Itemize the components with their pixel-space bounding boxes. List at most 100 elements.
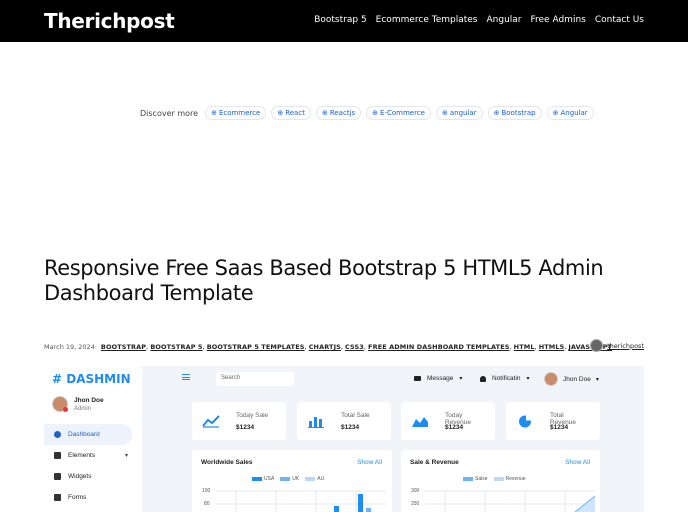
avatar xyxy=(544,372,558,386)
circle-plus-icon: ⊕ xyxy=(277,109,284,117)
chevron-down-icon: ▾ xyxy=(526,376,530,382)
chart-title: Worldwide Sales xyxy=(201,459,253,466)
discover-chip[interactable]: ⊕ angular xyxy=(436,106,483,120)
preview-user-role: Admin xyxy=(74,405,92,412)
chart-title: Sale & Revenue xyxy=(410,459,459,466)
preview-menu-item: Dashboard xyxy=(44,424,132,445)
bell-icon xyxy=(480,375,486,382)
preview-menu: Dashboard Elements ▾ Widgets Forms xyxy=(44,424,142,508)
tag-link[interactable]: BOOTSTRAP 5 TEMPLATES xyxy=(207,343,305,351)
article-tags: BOOTSTRAP, BOOTSTRAP 5, BOOTSTRAP 5 TEMP… xyxy=(101,343,612,351)
chart-plot xyxy=(216,490,386,512)
author-name[interactable]: therichpost xyxy=(607,342,644,350)
stat-card: Total Sale $1234 xyxy=(297,402,391,440)
preview-menu-item: Elements ▾ xyxy=(44,445,142,466)
stat-value: $1234 xyxy=(550,424,569,431)
chevron-down-icon: ▾ xyxy=(124,453,128,459)
form-icon xyxy=(54,494,61,501)
show-all-link: Show All xyxy=(565,459,590,466)
preview-notifications: Notificatin ▾ xyxy=(480,375,530,382)
chart-legend: Salse Revenue xyxy=(463,476,526,482)
circle-plus-icon: ⊕ xyxy=(211,109,217,117)
tag-link[interactable]: FREE ADMIN DASHBOARD TEMPLATES xyxy=(368,343,509,351)
legend-item: Salse xyxy=(463,476,488,482)
chevron-down-icon: ▾ xyxy=(595,376,599,383)
line-chart-icon xyxy=(202,415,220,428)
envelope-icon xyxy=(414,376,421,381)
author-avatar xyxy=(590,339,604,352)
nav-link-contact-us[interactable]: Contact Us xyxy=(595,15,644,25)
chart-legend: USA UK AU xyxy=(252,476,324,482)
preview-messages: Message ▾ xyxy=(414,375,462,382)
discover-chip[interactable]: ⊕ React xyxy=(271,106,311,120)
preview-menu-item: Forms xyxy=(44,487,142,508)
tag-link[interactable]: HTML5 xyxy=(539,343,565,351)
menu-icon xyxy=(182,374,190,380)
legend-item: USA xyxy=(252,476,274,482)
y-tick-label: 80 xyxy=(204,501,210,507)
article-title: Responsive Free Saas Based Bootstrap 5 H… xyxy=(44,256,604,305)
preview-user-name: Jhon Doe xyxy=(74,396,104,404)
chart-card-worldwide-sales: Worldwide Sales Show All USA UK AU 100 8… xyxy=(192,450,392,512)
chart-plot xyxy=(425,490,595,512)
preview-sidebar-user: Jhon Doe Admin xyxy=(52,396,104,412)
dashboard-icon xyxy=(54,431,61,438)
discover-more-label: Discover more xyxy=(140,108,199,118)
legend-item: UK xyxy=(280,476,299,482)
stat-value: $1234 xyxy=(341,424,360,431)
pie-chart-icon xyxy=(519,414,532,428)
discover-chip[interactable]: ⊕ Angular xyxy=(546,106,594,120)
article-date: March 19, 2024 xyxy=(44,343,95,351)
stat-value: $1234 xyxy=(236,424,255,431)
preview-top-user: Jhon Doe ▾ xyxy=(544,372,599,386)
preview-topbar: Search Message ▾ Notificatin ▾ Jhon Doe ▾ xyxy=(182,366,644,392)
discover-chip[interactable]: ⊕ Ecommerce xyxy=(205,106,267,120)
circle-plus-icon: ⊕ xyxy=(442,109,448,117)
stat-card: Total Revenue $1234 xyxy=(506,402,600,440)
tag-link[interactable]: CHARTJS xyxy=(309,343,341,351)
preview-sidebar: # DASHMIN Jhon Doe Admin Dashboard Eleme… xyxy=(44,366,142,512)
area-chart-icon xyxy=(412,417,428,427)
nav-link-free-admins[interactable]: Free Admins xyxy=(531,15,586,25)
nav-link-bootstrap-5[interactable]: Bootstrap 5 xyxy=(314,15,366,25)
avatar xyxy=(52,396,68,412)
chart-card-sale-revenue: Sale & Revenue Show All Salse Revenue 30… xyxy=(401,450,600,512)
tag-link[interactable]: CSS3 xyxy=(345,343,364,351)
stat-label: Today Sale xyxy=(236,412,269,419)
preview-brand: # DASHMIN xyxy=(52,372,131,386)
preview-search: Search xyxy=(216,372,294,386)
show-all-link: Show All xyxy=(357,459,382,466)
meta-separator: · xyxy=(94,343,97,351)
main-nav: Bootstrap 5 Ecommerce Templates Angular … xyxy=(314,15,644,25)
y-tick-label: 300 xyxy=(411,488,420,494)
discover-chip[interactable]: ⊕ Reactjs xyxy=(315,106,362,120)
dashboard-preview-image: # DASHMIN Jhon Doe Admin Dashboard Eleme… xyxy=(44,366,644,512)
tag-link[interactable]: BOOTSTRAP xyxy=(101,343,146,351)
discover-chip[interactable]: ⊕ E-Commerce xyxy=(366,106,431,120)
chevron-down-icon: ▾ xyxy=(459,376,463,382)
discover-chip[interactable]: ⊕ Bootstrap xyxy=(487,106,542,120)
stat-value: $1234 xyxy=(445,424,464,431)
discover-more-bar: Discover more ⊕ Ecommerce ⊕ React ⊕ Reactjs… xyxy=(140,106,594,120)
site-header: Therichpost Bootstrap 5 Ecommerce Templa… xyxy=(0,0,688,42)
nav-link-angular[interactable]: Angular xyxy=(487,15,522,25)
circle-plus-icon: ⊕ xyxy=(552,109,559,117)
circle-plus-icon: ⊕ xyxy=(321,109,328,117)
stat-card: Today Sale $1234 xyxy=(192,402,286,440)
tag-link[interactable]: HTML xyxy=(514,343,535,351)
tag-link[interactable]: BOOTSTRAP 5 xyxy=(150,343,202,351)
y-tick-label: 100 xyxy=(202,488,211,494)
stat-card: Today Revenue $1234 xyxy=(401,402,495,440)
legend-item: Revenue xyxy=(493,476,526,482)
bar-chart-icon xyxy=(308,417,324,428)
site-logo[interactable]: Therichpost xyxy=(44,9,175,33)
circle-plus-icon: ⊕ xyxy=(372,109,379,117)
nav-link-ecommerce-templates[interactable]: Ecommerce Templates xyxy=(376,15,478,25)
laptop-icon xyxy=(54,452,61,459)
stat-label: Total Sale xyxy=(341,412,370,419)
y-tick-label: 250 xyxy=(411,501,420,507)
preview-menu-item: Widgets xyxy=(44,466,142,487)
grid-icon xyxy=(54,473,61,480)
legend-item: AU xyxy=(305,476,324,482)
author-byline[interactable]: therichpost xyxy=(590,339,644,352)
